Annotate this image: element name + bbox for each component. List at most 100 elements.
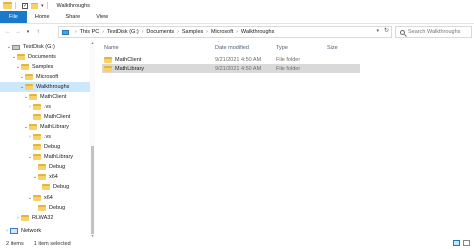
address-bar[interactable]: › This PC › TestDisk (G:) › Documents › …	[58, 26, 392, 38]
folder-icon	[33, 154, 41, 160]
nav-item-samples[interactable]: ⌄ Samples	[15, 62, 90, 72]
nav-item-debug[interactable]: Debug	[38, 162, 90, 172]
nav-item-label: x64	[44, 195, 53, 201]
column-header-size[interactable]: Size	[327, 43, 338, 52]
column-header-name[interactable]: Name	[104, 43, 119, 52]
details-view-icon[interactable]	[453, 240, 460, 246]
scroll-up-icon[interactable]: ▴	[90, 40, 95, 45]
search-icon	[400, 29, 405, 35]
folder-icon	[3, 2, 12, 9]
forward-arrow-icon[interactable]: →	[13, 26, 23, 38]
file-row-mathclient[interactable]: MathClient 9/21/2021 4:50 AM File folder	[102, 55, 360, 64]
nav-item-label: .vs	[44, 104, 52, 110]
nav-item-microsoft[interactable]: ⌄ Microsoft	[19, 72, 90, 82]
address-row: ← → ▾ ↑ › This PC › TestDisk (G:) › Docu…	[0, 25, 474, 39]
tab-share[interactable]: Share	[58, 11, 89, 23]
divider	[46, 2, 48, 9]
breadcrumb-walkthroughs[interactable]: Walkthroughs	[241, 29, 274, 35]
breadcrumb-testdisk[interactable]: TestDisk (G:)	[107, 29, 139, 35]
breadcrumb-chevron-icon[interactable]: ›	[206, 29, 208, 35]
folder-icon	[25, 74, 33, 80]
file-row-mathlibrary[interactable]: MathLibrary 9/21/2021 4:50 AM File folde…	[102, 64, 360, 73]
nav-item-mathlibrary-sub[interactable]: ⌄ MathLibrary	[27, 152, 90, 162]
breadcrumb-chevron-icon[interactable]: ›	[177, 29, 179, 35]
divider	[15, 2, 16, 9]
breadcrumb-chevron-icon[interactable]: ›	[236, 29, 238, 35]
up-arrow-icon[interactable]: ↑	[33, 26, 43, 38]
selection-count: 1 item selected	[33, 240, 71, 247]
search-placeholder: Search Walkthroughs	[408, 29, 461, 35]
tab-home[interactable]: Home	[27, 11, 58, 23]
breadcrumb-chevron-icon[interactable]: ›	[102, 29, 104, 35]
drive-icon	[12, 44, 20, 50]
folder-icon	[38, 174, 46, 180]
file-list: ⌃ Name Date modified Type Size MathClien…	[97, 40, 474, 238]
nav-item-label: MathClient	[44, 114, 71, 120]
nav-item-label: .vs	[44, 134, 52, 140]
nav-item-debug[interactable]: Debug	[33, 142, 90, 152]
breadcrumb-this-pc[interactable]: This PC	[80, 29, 100, 35]
column-header-type[interactable]: Type	[276, 43, 288, 52]
breadcrumb-chevron-icon[interactable]: ›	[142, 29, 144, 35]
folder-icon	[29, 94, 37, 100]
nav-item-label: Debug	[49, 164, 66, 170]
recent-locations-chevron-icon[interactable]: ▾	[23, 26, 33, 38]
nav-item-network[interactable]: › Network	[4, 226, 90, 236]
nav-item-label: Debug	[53, 184, 70, 190]
nav-item-label: Walkthroughs	[36, 84, 70, 90]
large-icons-view-icon[interactable]	[463, 240, 470, 246]
folder-icon	[38, 164, 46, 170]
breadcrumb-microsoft[interactable]: Microsoft	[211, 29, 233, 35]
tab-file[interactable]: File	[0, 11, 27, 23]
navigation-pane: ⌄ TestDisk (G:) ⌄ Documents ⌄ Samples ⌄ …	[0, 40, 95, 238]
folder-icon	[25, 84, 33, 90]
folder-icon	[21, 215, 29, 221]
file-date: 9/21/2021 4:50 AM	[215, 56, 262, 63]
nav-item-mathclient-sub[interactable]: MathClient	[33, 112, 90, 122]
nav-item-mathclient[interactable]: ⌄ MathClient	[23, 92, 90, 102]
file-name: MathClient	[115, 56, 142, 63]
window-title: Walkthroughs	[56, 2, 90, 9]
address-dropdown-chevron-icon[interactable]: ▾	[376, 28, 379, 34]
file-date: 9/21/2021 4:50 AM	[215, 65, 262, 72]
tab-view[interactable]: View	[88, 11, 116, 23]
nav-item-documents[interactable]: ⌄ Documents	[11, 52, 90, 62]
folder-icon	[21, 64, 29, 70]
nav-item-label: MathClient	[40, 94, 67, 100]
nav-item-label: Debug	[44, 144, 61, 150]
nav-item-rlwa32[interactable]: › RLWA32	[15, 213, 90, 223]
column-header-date[interactable]: Date modified	[215, 43, 249, 52]
folder-icon	[38, 205, 46, 211]
nav-scrollbar-thumb[interactable]	[91, 146, 94, 234]
nav-item-label: x64	[49, 174, 58, 180]
status-bar: 2 items 1 item selected	[0, 238, 474, 249]
nav-item-label: Microsoft	[36, 74, 59, 80]
properties-icon[interactable]: ✓	[22, 2, 28, 9]
breadcrumb-chevron-icon[interactable]: ›	[75, 29, 77, 35]
search-input[interactable]: Search Walkthroughs	[395, 26, 472, 38]
nav-item-x64[interactable]: ⌄ x64	[32, 172, 90, 182]
nav-item-debug[interactable]: Debug	[42, 182, 90, 192]
refresh-icon[interactable]: ↻	[384, 27, 389, 34]
new-folder-icon[interactable]	[31, 2, 38, 9]
nav-item-mathlibrary[interactable]: ⌄ MathLibrary	[23, 122, 90, 132]
customize-toolbar-chevron-icon[interactable]: ▾	[41, 3, 44, 9]
breadcrumb-documents[interactable]: Documents	[146, 29, 174, 35]
nav-item-debug[interactable]: Debug	[38, 203, 90, 213]
folder-icon	[33, 195, 41, 201]
nav-item-x64[interactable]: ⌄ x64	[27, 193, 90, 203]
nav-item-walkthroughs[interactable]: ⌄ Walkthroughs	[0, 82, 90, 92]
breadcrumb-samples[interactable]: Samples	[182, 29, 203, 35]
network-icon	[10, 228, 18, 234]
back-arrow-icon[interactable]: ←	[3, 26, 13, 38]
nav-item-label: Documents	[28, 54, 56, 60]
folder-icon	[17, 54, 25, 60]
folder-icon	[33, 114, 41, 120]
nav-item-label: MathLibrary	[44, 154, 74, 160]
nav-item-vs[interactable]: › .vs	[27, 102, 90, 112]
item-count: 2 items	[6, 240, 24, 247]
folder-icon	[33, 134, 41, 140]
nav-item-vs[interactable]: › .vs	[27, 132, 90, 142]
this-pc-icon	[62, 29, 69, 35]
nav-item-testdisk[interactable]: ⌄ TestDisk (G:)	[6, 42, 90, 52]
